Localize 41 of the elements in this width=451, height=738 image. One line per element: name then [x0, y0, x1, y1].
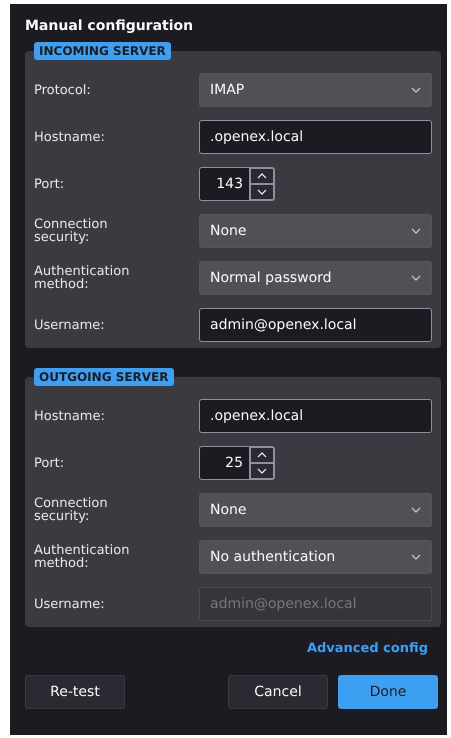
- input-field[interactable]: .openex.local: [199, 399, 432, 433]
- field-label: Port:: [34, 456, 66, 470]
- field-label: Hostname:: [34, 130, 106, 144]
- field-label: Hostname:: [34, 410, 106, 422]
- section-legend: OUTGOING SERVER: [34, 368, 174, 386]
- input-field[interactable]: admin@openex.local: [199, 308, 432, 342]
- field-label: Connection security:: [34, 497, 109, 523]
- dialog-button[interactable]: Re-test: [25, 675, 125, 709]
- chevron-down-icon: [257, 468, 267, 474]
- increment-button[interactable]: [250, 168, 274, 184]
- chevron-up-icon: [257, 173, 267, 179]
- chevron-down-icon: [257, 189, 267, 195]
- dropdown[interactable]: None: [199, 214, 432, 248]
- section-legend: INCOMING SERVER: [34, 42, 171, 60]
- chevron-down-icon: [411, 275, 421, 281]
- number-field[interactable]: 143: [199, 167, 249, 201]
- field-label: Port:: [34, 178, 66, 190]
- field-label: Username:: [34, 598, 106, 610]
- chevron-down-icon: [411, 228, 421, 234]
- chevron-down-icon: [411, 87, 421, 93]
- chevron-down-icon: [411, 554, 421, 560]
- chevron-down-icon: [411, 507, 421, 513]
- dropdown[interactable]: None: [199, 493, 432, 527]
- field-label: Connection security:: [34, 218, 109, 244]
- decrement-button[interactable]: [250, 184, 274, 200]
- dropdown[interactable]: IMAP: [199, 73, 432, 107]
- field-label: Authentication method:: [34, 544, 130, 570]
- field-label: Protocol:: [34, 84, 92, 96]
- dialog-button[interactable]: Cancel: [228, 675, 328, 709]
- field-label: Username:: [34, 318, 106, 332]
- decrement-button[interactable]: [250, 463, 274, 479]
- dialog-button[interactable]: Done: [338, 675, 438, 709]
- dropdown[interactable]: No authentication: [199, 540, 432, 574]
- dialog-title: Manual configuration: [25, 18, 194, 34]
- field-label: Authentication method:: [34, 265, 130, 291]
- input-field[interactable]: .openex.local: [199, 120, 432, 154]
- increment-button[interactable]: [250, 447, 274, 463]
- advanced-config-link[interactable]: Advanced config: [306, 641, 428, 656]
- chevron-up-icon: [257, 452, 267, 458]
- dropdown[interactable]: Normal password: [199, 261, 432, 295]
- number-field[interactable]: 25: [199, 446, 249, 480]
